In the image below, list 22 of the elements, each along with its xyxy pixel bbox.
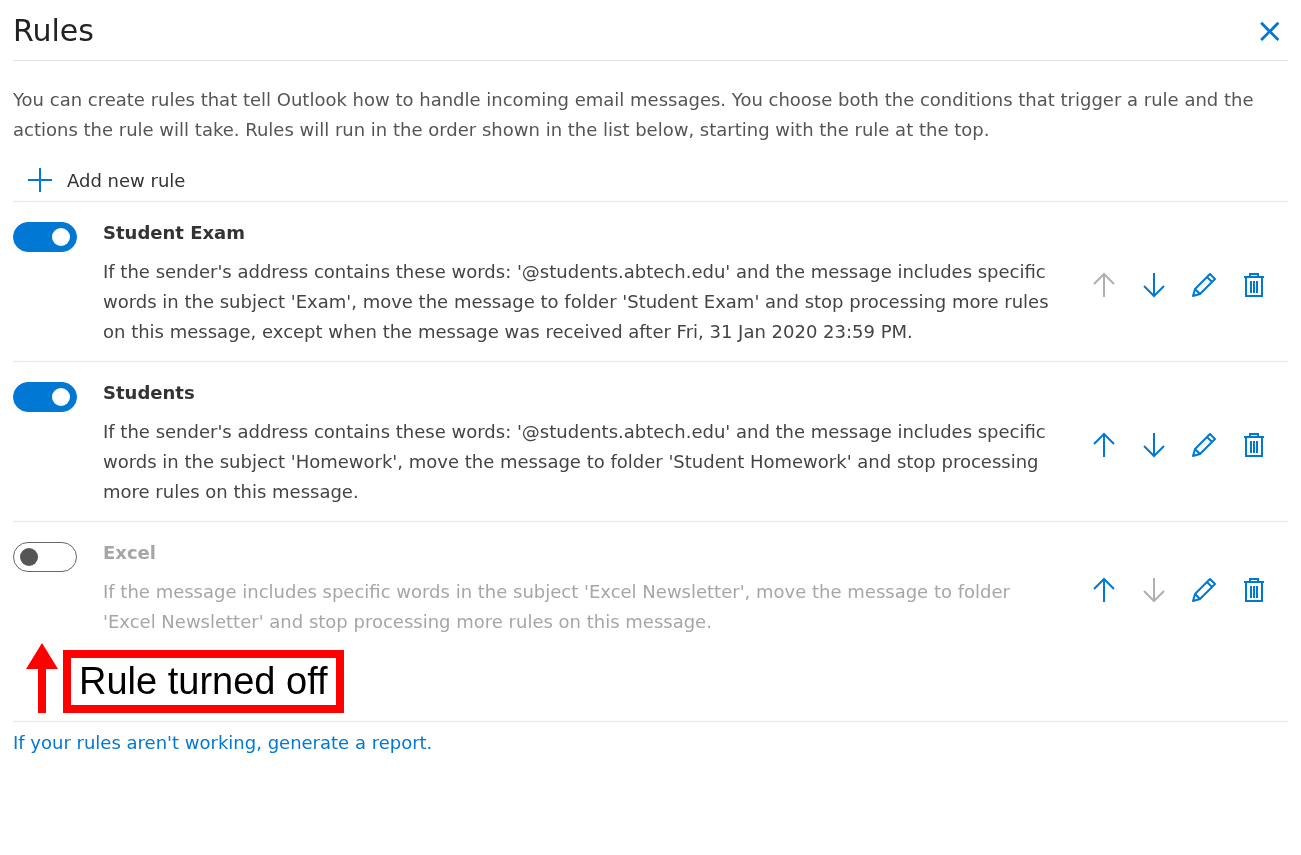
report-link[interactable]: If your rules aren't working, generate a report. [13, 732, 433, 753]
down-arrow-icon[interactable] [1140, 270, 1168, 299]
annotation-callout: Rule turned off [63, 650, 344, 713]
add-rule-button[interactable]: Add new rule [13, 159, 200, 201]
rule-description: If the sender's address contains these words: '@students.abtech.edu' and the message includes specific words in the subject 'Exam', move the message to folder 'Student Exam' and stop processing more rules on this message, except when the message was received after Fri, 31 Jan 2020 23:59 PM. [103, 260, 1050, 344]
description-text: You can create rules that tell Outlook how to handle incoming email messages. You choose both the conditions that trigger a rule and the actions the rule will take. Rules will run in the order shown in the list below, starting with the rule at the top. [13, 88, 1255, 142]
toggle-switch[interactable] [13, 382, 77, 412]
close-button[interactable]: × [1251, 10, 1288, 50]
pencil-icon[interactable] [1190, 270, 1218, 299]
pointer-arrow-icon [25, 641, 59, 713]
rule-name: Students [103, 382, 196, 403]
down-arrow-icon[interactable] [1140, 430, 1168, 459]
pencil-icon[interactable] [1190, 575, 1218, 604]
pencil-icon[interactable] [1190, 430, 1218, 459]
rule-name: Excel [103, 542, 157, 563]
toggle-switch[interactable] [13, 222, 77, 252]
plus-icon [27, 167, 53, 193]
rule-description: If the sender's address contains these words: '@students.abtech.edu' and the message includes specific words in the subject 'Homework', move the message to folder 'Student Homework' and stop processing more rules on this message. [103, 420, 1047, 504]
rule-name: Student Exam [103, 222, 246, 243]
dialog-title: Rules [13, 12, 94, 48]
rule-description: If the message includes specific words in the subject 'Excel Newsletter', move the message to folder 'Excel Newsletter' and stop processing more rules on this message. [103, 580, 1011, 634]
toggle-switch[interactable] [13, 542, 77, 572]
